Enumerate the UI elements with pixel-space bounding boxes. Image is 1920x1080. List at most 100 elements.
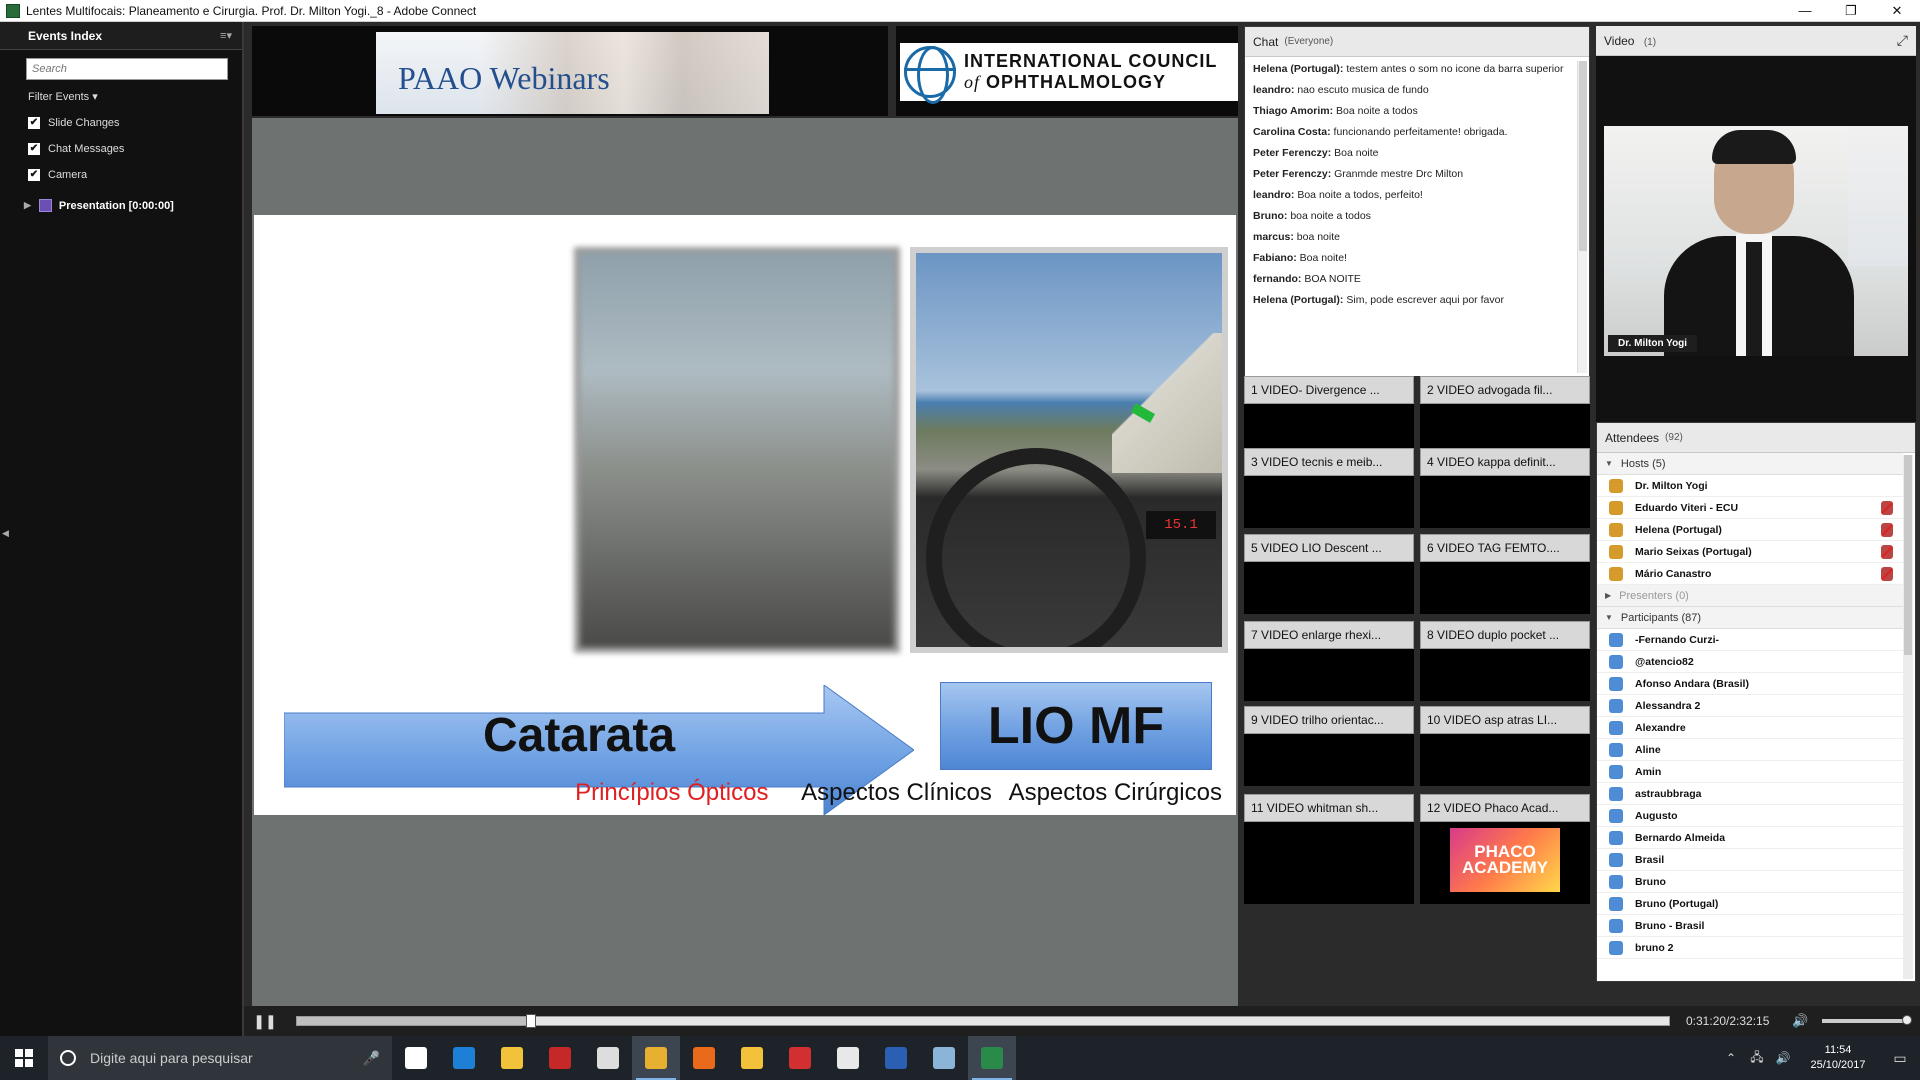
chat-scroll-thumb[interactable]	[1579, 61, 1587, 251]
tree-item-presentation[interactable]: ▶ Presentation [0:00:00]	[24, 199, 242, 212]
attendee-row[interactable]: Bernardo Almeida	[1597, 827, 1903, 849]
attendee-row[interactable]: Helena (Portugal)	[1597, 519, 1903, 541]
taskbar-app-app-red[interactable]	[776, 1036, 824, 1080]
tray-overflow-icon[interactable]: ⌃	[1718, 1051, 1744, 1065]
adobe-connect-icon	[981, 1047, 1003, 1069]
presenter-name-tag: Dr. Milton Yogi	[1608, 335, 1698, 352]
minimize-button[interactable]: —	[1782, 0, 1828, 22]
video-slot[interactable]: 3 VIDEO tecnis e meib...	[1244, 448, 1414, 528]
participant-role-icon	[1609, 940, 1623, 955]
volume-slider[interactable]	[1822, 1019, 1908, 1023]
attendee-row[interactable]: Eduardo Viteri - ECU	[1597, 497, 1903, 519]
collapse-panel-icon[interactable]: ◀	[2, 528, 9, 539]
video-slot[interactable]: 12 VIDEO Phaco Acad... PHACO ACADEMY	[1420, 794, 1590, 904]
video-slot[interactable]: 11 VIDEO whitman sh...	[1244, 794, 1414, 904]
window-title: Lentes Multifocais: Planeamento e Cirurg…	[26, 3, 477, 18]
close-button[interactable]: ✕	[1874, 0, 1920, 22]
filter-chat-messages-checkbox[interactable]: ✔ Chat Messages	[28, 143, 242, 155]
attendee-row[interactable]: Bruno - Brasil	[1597, 915, 1903, 937]
taskbar-app-paint[interactable]	[920, 1036, 968, 1080]
taskbar-app-outlook[interactable]	[728, 1036, 776, 1080]
attendee-row[interactable]: Bruno	[1597, 871, 1903, 893]
events-index-panel: Events Index ≡▾ Filter Events ▾ ✔ Slide …	[0, 22, 244, 1036]
windows-start-button[interactable]	[0, 1036, 48, 1080]
speaker-icon[interactable]: 🔊	[1770, 1051, 1796, 1065]
icoph-logo: INTERNATIONAL COUNCIL of OPHTHALMOLOGY	[900, 43, 1238, 104]
chat-message-list[interactable]: Helena (Portugal): testem antes o som no…	[1245, 57, 1577, 377]
group-label: Hosts (5)	[1620, 457, 1666, 470]
expand-arrow-icon[interactable]: ▶	[24, 200, 31, 211]
attendee-row[interactable]: Dr. Milton Yogi	[1597, 475, 1903, 497]
attendee-row[interactable]: @atencio82	[1597, 651, 1903, 673]
chat-message-sender: Helena (Portugal):	[1253, 63, 1344, 75]
taskbar-search-box[interactable]: Digite aqui para pesquisar 🎤	[48, 1036, 392, 1080]
video-slot[interactable]: 4 VIDEO kappa definit...	[1420, 448, 1590, 528]
presenters-group[interactable]: ▶ Presenters (0)	[1597, 585, 1903, 607]
taskbar-app-word[interactable]	[872, 1036, 920, 1080]
video-slot[interactable]: 10 VIDEO asp atras LI...	[1420, 706, 1590, 786]
chat-message-text: Boa noite a todos, perfeito!	[1297, 189, 1423, 201]
participants-group[interactable]: ▼ Participants (87)	[1597, 607, 1903, 629]
chat-scrollbar[interactable]	[1577, 61, 1587, 373]
video-slot[interactable]: 9 VIDEO trilho orientac...	[1244, 706, 1414, 786]
maximize-button[interactable]: ❐	[1828, 0, 1874, 22]
attendee-row[interactable]: Afonso Andara (Brasil)	[1597, 673, 1903, 695]
attendee-row[interactable]: Mário Canastro	[1597, 563, 1903, 585]
taskbar-clock[interactable]: 11:54 25/10/2017	[1796, 1043, 1880, 1073]
taskbar-app-task-view[interactable]	[392, 1036, 440, 1080]
collapse-arrow-icon[interactable]: ▼	[1605, 459, 1613, 468]
attendee-row[interactable]: astraubbraga	[1597, 783, 1903, 805]
attendee-row[interactable]: Amin	[1597, 761, 1903, 783]
video-slot[interactable]: 6 VIDEO TAG FEMTO....	[1420, 534, 1590, 614]
taskbar-app-filezilla[interactable]	[536, 1036, 584, 1080]
taskbar-app-edge[interactable]	[440, 1036, 488, 1080]
filter-camera-checkbox[interactable]: ✔ Camera	[28, 169, 242, 181]
volume-icon[interactable]: 🔊	[1792, 1013, 1808, 1029]
video-slot[interactable]: 5 VIDEO LIO Descent ...	[1244, 534, 1414, 614]
playback-seek-bar[interactable]	[296, 1014, 1670, 1028]
notification-center-icon[interactable]: ▭	[1880, 1050, 1920, 1067]
filter-slide-changes-checkbox[interactable]: ✔ Slide Changes	[28, 117, 242, 129]
network-icon[interactable]: 🖧	[1744, 1048, 1770, 1069]
taskbar-app-firefox[interactable]	[680, 1036, 728, 1080]
attendee-row[interactable]: -Fernando Curzi-	[1597, 629, 1903, 651]
video-slot[interactable]: 8 VIDEO duplo pocket ...	[1420, 621, 1590, 701]
attendees-count: (92)	[1665, 432, 1683, 443]
attendee-name: Alessandra 2	[1635, 699, 1701, 712]
taskbar-app-file-explorer[interactable]	[488, 1036, 536, 1080]
attendee-row[interactable]: Augusto	[1597, 805, 1903, 827]
video-slot-label: 12 VIDEO Phaco Acad...	[1420, 794, 1590, 822]
attendees-list[interactable]: ▼ Hosts (5) Dr. Milton Yogi Eduardo Viteri …	[1597, 453, 1903, 983]
pause-button[interactable]: ❚❚	[252, 1008, 278, 1034]
host-role-icon	[1609, 522, 1623, 537]
events-menu-icon[interactable]: ≡▾	[220, 29, 232, 42]
video-slot[interactable]: 1 VIDEO- Divergence ...	[1244, 376, 1414, 448]
attendee-row[interactable]: Aline	[1597, 739, 1903, 761]
attendees-scrollbar[interactable]	[1903, 455, 1913, 979]
taskbar-apps	[392, 1036, 1016, 1080]
video-slot[interactable]: 7 VIDEO enlarge rhexi...	[1244, 621, 1414, 701]
attendee-row[interactable]: Alessandra 2	[1597, 695, 1903, 717]
playback-seek-knob[interactable]	[526, 1014, 536, 1028]
attendee-row[interactable]: Brasil	[1597, 849, 1903, 871]
volume-knob[interactable]	[1902, 1015, 1912, 1025]
attendee-row[interactable]: Alexandre	[1597, 717, 1903, 739]
attendee-row[interactable]: Mario Seixas (Portugal)	[1597, 541, 1903, 563]
fullscreen-icon[interactable]: ⤢	[1897, 32, 1908, 49]
video-slot[interactable]: 2 VIDEO advogada fil...	[1420, 376, 1590, 448]
taskbar-app-store[interactable]	[584, 1036, 632, 1080]
events-search-input[interactable]	[26, 58, 228, 80]
collapse-arrow-icon[interactable]: ▼	[1605, 613, 1613, 622]
microphone-icon[interactable]: 🎤	[363, 1050, 380, 1067]
attendees-scroll-thumb[interactable]	[1904, 455, 1912, 655]
expand-arrow-icon[interactable]: ▶	[1605, 591, 1611, 600]
filter-events-dropdown[interactable]: Filter Events ▾	[28, 90, 242, 103]
video-slots-grid: 1 VIDEO- Divergence ... 2 VIDEO advogada …	[1244, 376, 1590, 1024]
attendee-row[interactable]: bruno 2	[1597, 937, 1903, 959]
hosts-group[interactable]: ▼ Hosts (5)	[1597, 453, 1903, 475]
presentation-slide: 15.1 Catarata LIO MF Princípios Ópticos …	[254, 215, 1236, 815]
taskbar-app-adobe-connect[interactable]	[968, 1036, 1016, 1080]
taskbar-app-itunes[interactable]	[824, 1036, 872, 1080]
attendee-row[interactable]: Bruno (Portugal)	[1597, 893, 1903, 915]
taskbar-app-chrome[interactable]	[632, 1036, 680, 1080]
